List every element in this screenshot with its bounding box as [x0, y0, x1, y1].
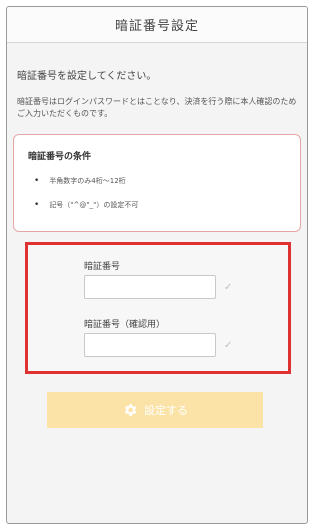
submit-label: 設定する: [144, 404, 188, 417]
pin-row: ✓: [84, 275, 288, 299]
pin-input[interactable]: [84, 275, 216, 299]
condition-item: • 半角数字のみ4桁〜12桁: [28, 176, 288, 186]
bullet-icon: •: [34, 200, 40, 210]
intro-section: 暗証番号を設定してください。 暗証番号はログインパスワードとはことなり、決済を行…: [7, 43, 307, 120]
pin-confirm-input[interactable]: [84, 333, 216, 357]
app-header: 暗証番号設定: [7, 7, 307, 43]
intro-description: 暗証番号はログインパスワードとはことなり、決済を行う際に本人確認のためご入力いた…: [17, 97, 297, 118]
check-icon: ✓: [224, 281, 233, 293]
condition-item: • 記号（"^@"_"）の設定不可: [28, 200, 288, 210]
conditions-title: 暗証番号の条件: [28, 152, 92, 162]
condition-text: 記号（"^@"_"）の設定不可: [49, 201, 139, 209]
pin-form-highlight: 暗証番号 ✓ 暗証番号（確認用） ✓: [25, 242, 291, 374]
gear-icon: [124, 404, 137, 416]
pin-confirm-label: 暗証番号（確認用）: [84, 320, 166, 330]
pin-conditions-box: 暗証番号の条件 • 半角数字のみ4桁〜12桁 • 記号（"^@"_"）の設定不可: [13, 134, 301, 232]
bullet-icon: •: [34, 176, 40, 186]
conditions-list: • 半角数字のみ4桁〜12桁 • 記号（"^@"_"）の設定不可: [28, 176, 288, 210]
page-title: 暗証番号設定: [114, 19, 199, 34]
pin-label: 暗証番号: [84, 262, 121, 272]
phone-frame: 暗証番号設定 暗証番号を設定してください。 暗証番号はログインパスワードとはこと…: [6, 6, 308, 524]
condition-text: 半角数字のみ4桁〜12桁: [49, 177, 126, 185]
submit-button[interactable]: 設定する: [47, 392, 263, 428]
check-icon: ✓: [224, 339, 233, 351]
intro-heading: 暗証番号を設定してください。: [17, 71, 157, 82]
pin-confirm-row: ✓: [84, 333, 288, 357]
